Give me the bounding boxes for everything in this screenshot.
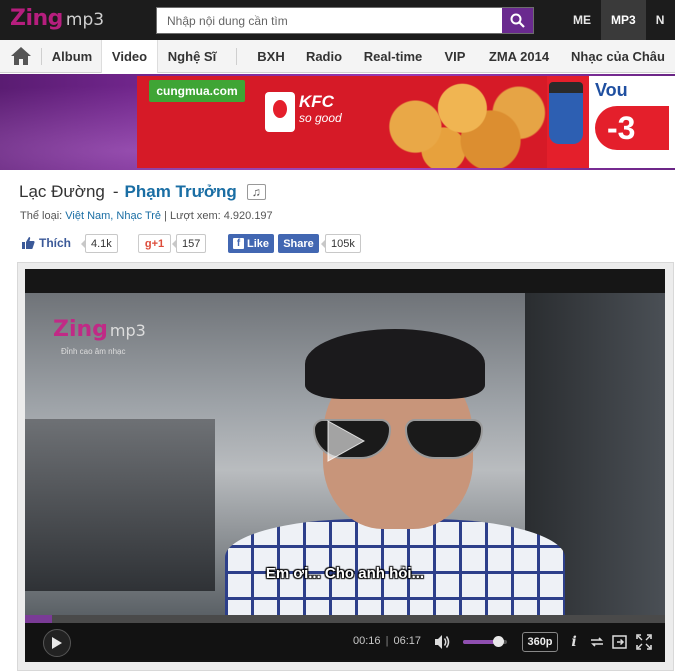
nav-item-vip[interactable]: VIP <box>436 40 474 72</box>
title-separator: - <box>112 182 119 201</box>
search-box <box>156 7 534 34</box>
ad-right-panel: Vou -3 <box>589 76 675 168</box>
seek-bar-played <box>25 615 52 623</box>
home-icon[interactable] <box>10 46 32 66</box>
volume-knob[interactable] <box>493 636 505 647</box>
nav-item-zma-2014[interactable]: ZMA 2014 <box>484 40 554 72</box>
gplus-button[interactable]: g +1 <box>138 234 171 253</box>
drink-cup-image <box>549 82 583 144</box>
kfc-colonel-logo <box>265 92 295 132</box>
video-watermark: Zing mp3 <box>53 317 146 342</box>
gplus-icon: g <box>144 237 152 250</box>
like-count: 4.1k <box>81 234 118 253</box>
tab-me[interactable]: ME <box>563 0 601 40</box>
kfc-slogan: so good <box>299 111 342 125</box>
watermark-tagline: Đỉnh cao âm nhạc <box>61 347 126 356</box>
current-time: 00:16 <box>353 635 381 647</box>
music-note-icon[interactable]: ♫ <box>246 184 266 200</box>
play-button[interactable] <box>43 629 71 657</box>
main-nav: Album Video Nghệ Sĩ BXH Radio Real-time … <box>0 40 675 73</box>
gplus-count: 157 <box>171 234 207 253</box>
discount-percent: -3 <box>595 106 669 150</box>
artist-link[interactable]: Phạm Trưởng <box>125 182 237 202</box>
facebook-icon: f <box>232 238 244 249</box>
popout-icon[interactable] <box>611 633 629 651</box>
quality-button[interactable]: 360p <box>522 632 558 652</box>
song-title: Lạc Đường <box>19 182 105 201</box>
nav-item-nghe-si[interactable]: Nghệ Sĩ <box>160 40 224 72</box>
search-button[interactable] <box>502 8 533 33</box>
nav-item-bxh[interactable]: BXH <box>250 40 292 72</box>
watermark-mp3: mp3 <box>109 321 146 340</box>
video-screen[interactable]: Zing mp3 Đỉnh cao âm nhạc Em ơi... Cho a… <box>25 269 665 615</box>
nav-item-realtime[interactable]: Real-time <box>358 40 428 72</box>
fullscreen-icon[interactable] <box>635 633 653 651</box>
thumbs-up-icon <box>22 237 35 249</box>
facebook-share-button[interactable]: Share <box>278 234 319 253</box>
genre-links[interactable]: Việt Nam, Nhạc Trẻ <box>65 210 161 222</box>
video-hair <box>305 329 485 399</box>
info-icon[interactable]: i <box>565 633 583 651</box>
ad-left-panel: cungmua.com KFC so good <box>137 76 359 168</box>
time-separator: | <box>385 635 389 647</box>
sunglass-right-lens <box>405 419 483 459</box>
search-input[interactable] <box>157 8 503 33</box>
facebook-like-button[interactable]: f Like <box>228 234 274 253</box>
info-glyph: i <box>571 634 577 650</box>
search-icon <box>510 13 525 28</box>
genre-label: Thể loại: <box>20 210 63 222</box>
zing-mp3-logo[interactable]: Zing mp3 <box>10 6 104 34</box>
gplus-label: +1 <box>151 237 165 250</box>
repeat-icon[interactable] <box>588 633 606 651</box>
big-play-icon[interactable] <box>324 419 368 463</box>
kfc-brand: KFC so good <box>299 92 342 126</box>
facebook-count: 105k <box>321 234 361 253</box>
nav-divider <box>236 48 237 65</box>
duration: 06:17 <box>393 635 422 647</box>
cungmua-logo: cungmua.com <box>149 80 245 102</box>
song-meta: Thể loại: Việt Nam, Nhạc Trẻ | Lượt xem:… <box>20 210 273 222</box>
volume-icon[interactable] <box>433 633 451 651</box>
watermark-zing: Zing <box>53 317 108 342</box>
tab-mp3[interactable]: MP3 <box>601 0 646 40</box>
voucher-text: Vou <box>595 80 628 100</box>
logo-zing-text: Zing <box>10 6 63 31</box>
video-subtitle: Em ơi... Cho anh hỏi... <box>265 565 425 582</box>
play-icon <box>52 637 62 649</box>
seek-bar[interactable] <box>25 615 665 623</box>
social-bar: Thích 4.1k g +1 157 f Like Share 105k <box>0 233 675 255</box>
time-display: 00:16 | 06:17 <box>353 635 421 647</box>
nav-item-video[interactable]: Video <box>101 40 158 73</box>
volume-slider[interactable] <box>463 636 507 647</box>
logo-mp3-text: mp3 <box>65 10 105 30</box>
views-label: | Lượt xem: <box>164 210 221 222</box>
nav-item-nhac-cua-chau[interactable]: Nhạc của Châu <box>566 40 670 72</box>
nav-item-radio[interactable]: Radio <box>300 40 348 72</box>
top-tabs: ME MP3 N <box>563 0 664 40</box>
fried-chicken-image <box>359 76 547 168</box>
player-controls: 00:16 | 06:17 360p i <box>25 623 665 662</box>
kfc-brand-name: KFC <box>299 92 334 111</box>
facebook-like-label: Like <box>246 237 269 250</box>
tab-n[interactable]: N <box>646 0 665 40</box>
song-title-line: Lạc Đường - Phạm Trưởng ♫ <box>19 182 266 202</box>
top-bar: Zing mp3 ME MP3 N <box>0 0 675 40</box>
ad-banner[interactable]: cungmua.com KFC so good Vou -3 <box>137 76 675 168</box>
like-button[interactable]: Thích <box>21 233 71 253</box>
view-count: 4.920.197 <box>223 210 273 222</box>
nav-divider <box>41 48 42 65</box>
nav-item-album[interactable]: Album <box>44 40 100 72</box>
like-label: Thích <box>39 236 71 250</box>
